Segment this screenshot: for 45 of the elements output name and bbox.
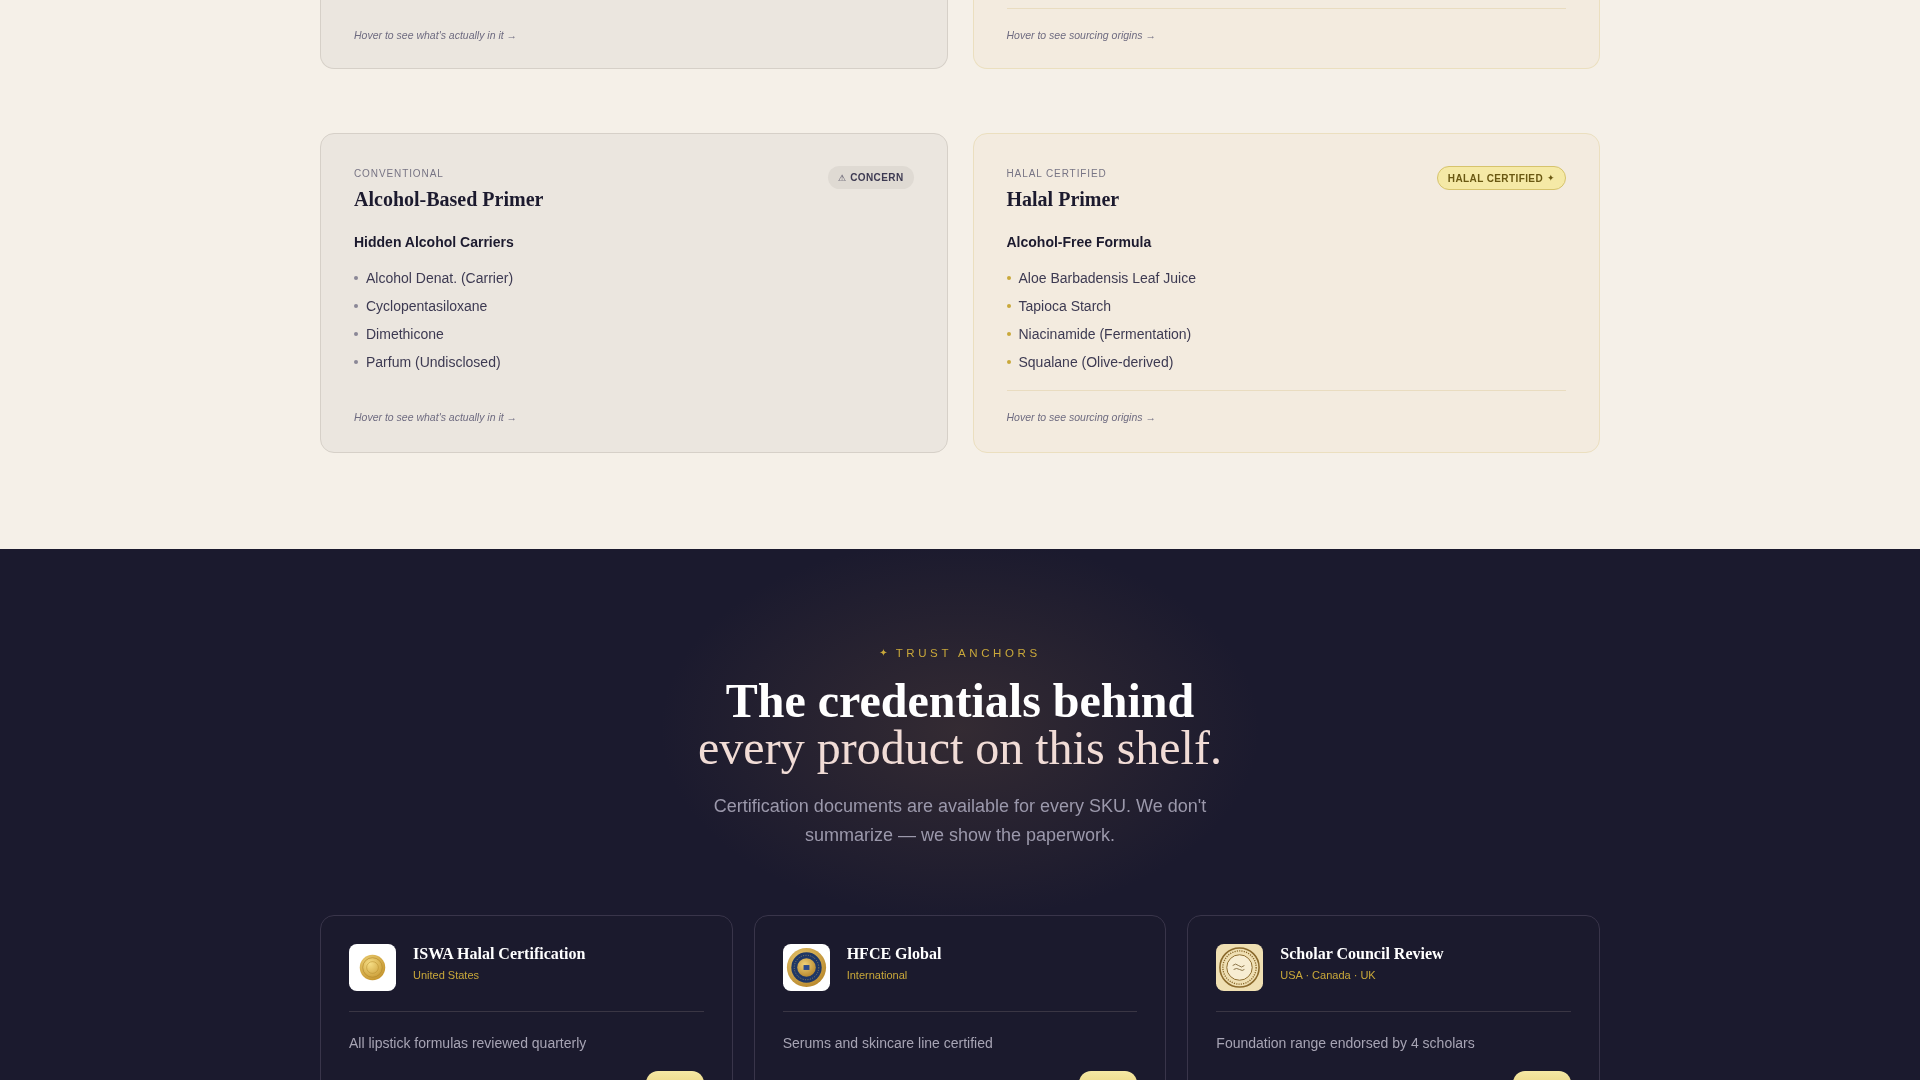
bullet-icon [1006, 276, 1011, 280]
seal-icon [782, 944, 830, 991]
category-label: CONVENTIONAL [354, 167, 444, 180]
badge-label: CONCERN [850, 172, 904, 183]
list-heading: Hidden Alcohol Carriers [354, 233, 514, 251]
bullet-icon [354, 332, 358, 336]
sparkle-icon: ✦ [879, 645, 888, 661]
category-label: HALAL CERTIFIED [1006, 167, 1107, 180]
product-title: Alcohol-Based Primer [354, 187, 544, 212]
section-description: Certification documents are available for every SKU. We don't summarize — we show the paperwork. [712, 795, 1208, 847]
hover-hint: Hover to see what's actually in it → [354, 410, 518, 424]
certifier-region: USA · Canada · UK [1280, 968, 1376, 983]
hover-hint: Hover to see sourcing origins → [1006, 410, 1156, 424]
ingredient-text: Alcohol Denat. (Carrier) [366, 270, 514, 286]
ingredient-text: Parfum (Undisclosed) [366, 354, 501, 370]
certifier-region: International [846, 968, 908, 983]
product-title: Halal Primer [1006, 187, 1120, 212]
coin-icon [349, 944, 396, 991]
ingredient-text: Tapioca Starch [1018, 298, 1112, 314]
bullet-icon [1006, 304, 1011, 308]
sparkle-icon: ✦ [1547, 173, 1555, 183]
bullet-icon [1006, 332, 1011, 336]
hover-hint: Hover to see sourcing origins → [1006, 28, 1156, 42]
bullet-icon [354, 360, 358, 364]
ingredient-text: Squalane (Olive-derived) [1018, 354, 1174, 370]
ingredient-text: Cyclopentasiloxane [366, 298, 488, 314]
bullet-icon [1006, 360, 1011, 364]
ingredient-text: Niacinamide (Fermentation) [1018, 326, 1192, 342]
certifier-region: United States [413, 968, 480, 983]
warning-icon: ⚠ [837, 172, 847, 183]
section-eyebrow: TRUST ANCHORS [895, 646, 1041, 661]
badge-label: HALAL CERTIFIED [1447, 172, 1544, 184]
certifier-note: All lipstick formulas reviewed quarterly [349, 1034, 587, 1053]
list-heading: Alcohol-Free Formula [1006, 233, 1152, 251]
certifier-note: Serums and skincare line certified [782, 1034, 993, 1053]
certifier-name: HFCE Global [846, 944, 942, 964]
certifier-name: ISWA Halal Certification [413, 944, 586, 964]
ingredient-text: Aloe Barbadensis Leaf Juice [1018, 270, 1196, 286]
ingredient-text: Dimethicone [366, 326, 444, 342]
certifier-note: Foundation range endorsed by 4 scholars [1216, 1034, 1475, 1053]
bullet-icon [354, 276, 358, 280]
bullet-icon [354, 304, 358, 308]
certifier-name: Scholar Council Review [1280, 944, 1444, 964]
hover-hint: Hover to see what's actually in it → [354, 28, 518, 42]
ornate-seal-icon [1216, 944, 1264, 991]
